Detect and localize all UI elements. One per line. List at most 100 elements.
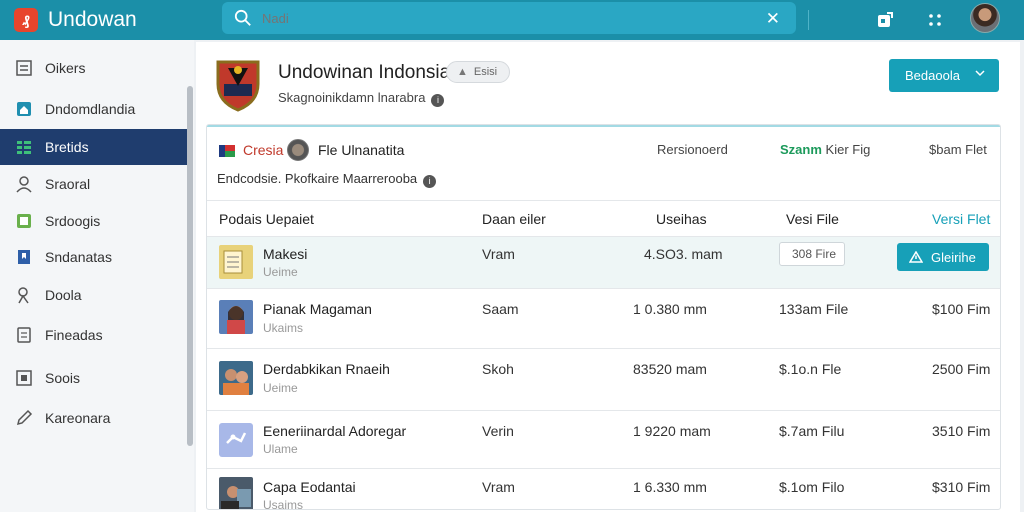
sidebar-item-kareonara[interactable]: Kareonara bbox=[0, 400, 193, 436]
table-header: Podais Uepaiet Daan eiler Useihas Vesi F… bbox=[207, 201, 1000, 237]
row-thumbnail bbox=[219, 423, 253, 457]
summary-col-2-rest: Kier Fig bbox=[825, 142, 871, 157]
summary-subtitle-text: Endcodsie. Pkofkaire Maarrerooba bbox=[217, 171, 418, 186]
summary-name[interactable]: Cresia bbox=[243, 142, 283, 158]
column-header[interactable]: Versi Flet bbox=[932, 211, 990, 227]
row-cell: $100 Fim bbox=[932, 301, 991, 317]
summary-subtitle: Endcodsie. Pkofkaire Maarrerooba i bbox=[217, 171, 437, 188]
flag-icon bbox=[219, 145, 235, 157]
status-badge: ▲ Esisi bbox=[446, 61, 510, 83]
page-title: Undowinan Indonsia bbox=[278, 62, 451, 83]
sidebar-item-oikers[interactable]: Oikers bbox=[0, 50, 193, 86]
person-icon bbox=[18, 287, 29, 304]
column-header[interactable]: Vesi File bbox=[786, 211, 839, 227]
user-avatar[interactable] bbox=[970, 3, 1000, 33]
row-cell: Vram bbox=[482, 479, 515, 495]
summary-header: Cresia Fle Ulnanatita Endcodsie. Pkofkai… bbox=[207, 125, 1000, 201]
user-icon bbox=[16, 176, 32, 193]
info-icon[interactable]: i bbox=[431, 94, 445, 107]
sidebar: Oikers Dndomdlandia Bretids Sraoral Srdo… bbox=[0, 40, 194, 512]
sidebar-item-label: Bretids bbox=[45, 139, 89, 155]
row-cell: Saam bbox=[482, 301, 519, 317]
row-subtitle: Ukaims bbox=[263, 321, 304, 335]
sidebar-item-dndomdlandia[interactable]: Dndomdlandia bbox=[0, 91, 193, 127]
row-cell: 83520 mam bbox=[633, 361, 707, 377]
brand[interactable]: ₰ Undowan bbox=[0, 8, 200, 32]
row-thumbnail bbox=[219, 477, 253, 509]
summary-col-1: Rersionoerd bbox=[657, 142, 728, 157]
sidebar-item-srdoogis[interactable]: Srdoogis bbox=[0, 203, 193, 239]
sidebar-item-label: Sraoral bbox=[45, 176, 91, 192]
primary-action-button[interactable]: Bedaoola bbox=[889, 59, 999, 92]
row-cell: 133am File bbox=[779, 301, 849, 317]
sidebar-item-doola[interactable]: Doola bbox=[0, 277, 193, 313]
row-cell: $.7am Filu bbox=[779, 423, 845, 439]
table-row[interactable]: Derdabkikan Rnaeih Ueime Skoh 83520 mam … bbox=[207, 349, 1000, 411]
row-action-label: Gleirihe bbox=[931, 249, 976, 265]
row-cell: 4.SO3. mam bbox=[644, 246, 723, 262]
table-row[interactable]: Eeneriinardal Adoregar Ulame Verin 1 922… bbox=[207, 411, 1000, 469]
sidebar-item-sraoral[interactable]: Sraoral bbox=[0, 166, 193, 202]
page-subtitle: Skagnoinikdamn lnarabra i bbox=[278, 90, 445, 107]
row-subtitle: Ueime bbox=[263, 381, 298, 395]
sidebar-item-label: Doola bbox=[45, 287, 82, 303]
row-cell: 3510 Fim bbox=[932, 423, 991, 439]
brand-logo-icon: ₰ bbox=[14, 8, 38, 32]
grid-icon bbox=[17, 141, 31, 154]
row-subtitle: Ueime bbox=[263, 265, 298, 279]
row-thumbnail bbox=[219, 361, 253, 395]
primary-button-label: Bedaoola bbox=[905, 68, 960, 83]
home-icon bbox=[17, 102, 31, 116]
table-row[interactable]: Capa Eodantai Usaims Vram 1 6.330 mm $.1… bbox=[207, 469, 1000, 509]
summary-col-3: $bam Flet bbox=[929, 142, 987, 157]
row-cell: Verin bbox=[482, 423, 514, 439]
column-header[interactable]: Podais Uepaiet bbox=[219, 211, 314, 227]
table-row[interactable]: Pianak Magaman Ukaims Saam 1 0.380 mm 13… bbox=[207, 289, 1000, 349]
sidebar-item-soois[interactable]: Soois bbox=[0, 360, 193, 396]
row-cell: Vram bbox=[482, 246, 515, 262]
search-input[interactable] bbox=[262, 10, 742, 26]
table-row[interactable]: Makesi Ueime Vram 4.SO3. mam 308 Fire Gl… bbox=[207, 237, 1000, 289]
row-title: Capa Eodantai bbox=[263, 479, 356, 495]
top-bar: ₰ Undowan ✕ bbox=[0, 0, 1024, 40]
data-panel: Cresia Fle Ulnanatita Endcodsie. Pkofkai… bbox=[206, 124, 1001, 510]
upload-icon[interactable] bbox=[874, 9, 896, 31]
sidebar-item-label: Kareonara bbox=[45, 410, 111, 426]
column-header[interactable]: Useihas bbox=[656, 211, 707, 227]
row-chip[interactable]: 308 Fire bbox=[779, 242, 845, 266]
sidebar-item-bretids[interactable]: Bretids bbox=[0, 129, 193, 165]
row-thumbnail bbox=[219, 300, 253, 334]
summary-col-2-strong: Szanm bbox=[780, 142, 822, 157]
sidebar-item-label: Oikers bbox=[45, 60, 86, 76]
sidebar-item-sndanatas[interactable]: Sndanatas bbox=[0, 239, 193, 275]
row-title: Eeneriinardal Adoregar bbox=[263, 423, 407, 439]
square-icon bbox=[16, 370, 32, 386]
row-action-button[interactable]: Gleirihe bbox=[897, 243, 989, 271]
row-cell: $310 Fim bbox=[932, 479, 991, 495]
search-bar[interactable]: ✕ bbox=[222, 2, 796, 34]
row-title: Makesi bbox=[263, 246, 308, 262]
sidebar-item-label: Sndanatas bbox=[45, 249, 112, 265]
main-content: Undowinan Indonsia ▲ Esisi Skagnoinikdam… bbox=[196, 42, 1020, 512]
row-cell: 2500 Fim bbox=[932, 361, 991, 377]
row-cell: $.1om Filo bbox=[779, 479, 845, 495]
subtitle-text: Skagnoinikdamn lnarabra bbox=[278, 90, 426, 105]
sidebar-item-label: Soois bbox=[45, 370, 81, 386]
box-icon bbox=[17, 214, 31, 228]
sidebar-scrollbar[interactable] bbox=[187, 86, 193, 446]
apps-grid-icon[interactable] bbox=[924, 9, 946, 31]
column-header[interactable]: Daan eiler bbox=[482, 211, 546, 227]
sidebar-item-label: Fineadas bbox=[45, 327, 103, 343]
sidebar-item-label: Dndomdlandia bbox=[45, 101, 136, 117]
warning-icon bbox=[909, 251, 923, 263]
sidebar-item-fineadas[interactable]: Fineadas bbox=[0, 317, 193, 353]
sidebar-item-label: Srdoogis bbox=[45, 213, 101, 229]
info-icon[interactable]: i bbox=[423, 175, 437, 188]
chevron-down-icon bbox=[975, 70, 985, 77]
row-cell: 1 6.330 mm bbox=[633, 479, 707, 495]
list-icon bbox=[16, 60, 32, 76]
summary-col-2: Szanm Kier Fig bbox=[780, 142, 870, 157]
shield-logo-icon bbox=[216, 60, 260, 112]
close-icon[interactable]: ✕ bbox=[766, 9, 780, 29]
pen-icon bbox=[16, 409, 33, 426]
